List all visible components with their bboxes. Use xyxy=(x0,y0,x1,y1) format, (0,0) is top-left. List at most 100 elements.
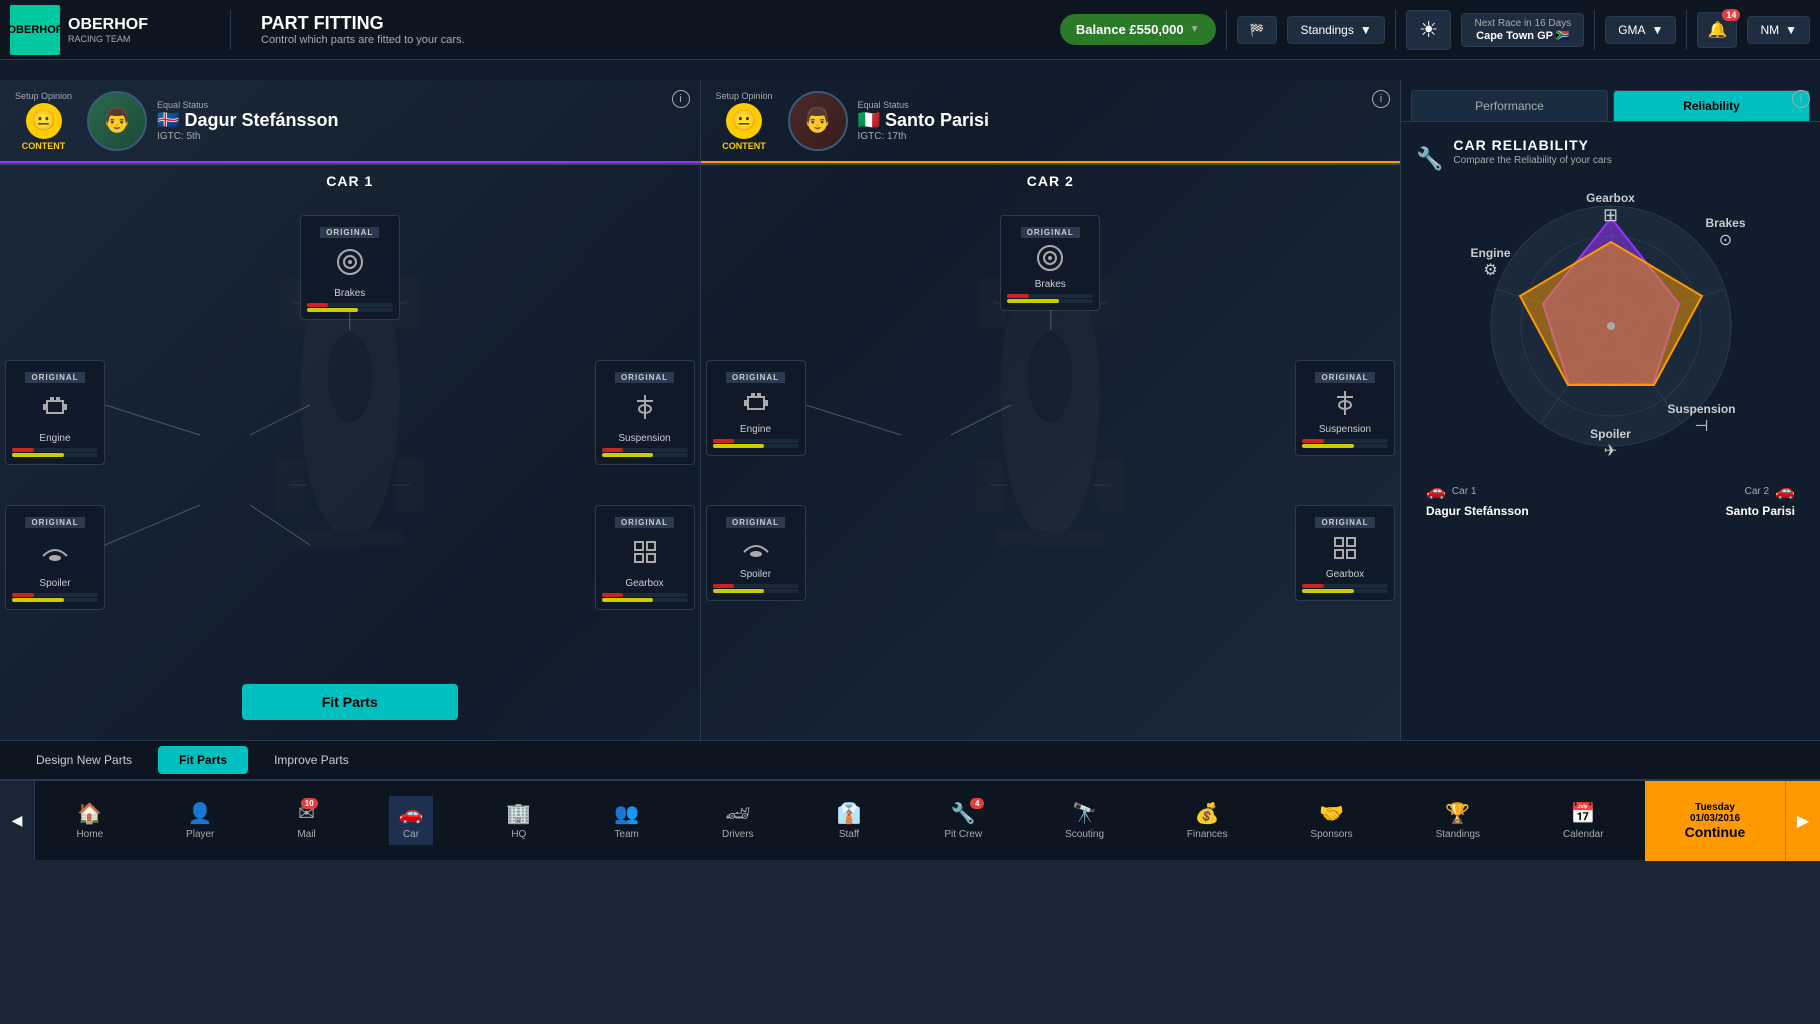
reliability-title: CAR RELIABILITY xyxy=(1453,137,1611,153)
nav-item-standings[interactable]: 🏆Standings xyxy=(1426,796,1490,845)
car1-title: CAR 1 xyxy=(0,165,700,197)
fit-parts-tab[interactable]: Fit Parts xyxy=(158,746,248,774)
car1-brakes[interactable]: ORIGINAL Brakes xyxy=(300,215,400,320)
gma-button[interactable]: GMA ▼ xyxy=(1605,16,1676,44)
car1-suspension-name: Suspension xyxy=(602,433,688,444)
car1-spoiler[interactable]: ORIGINAL Spoiler xyxy=(5,505,105,610)
profile-button[interactable]: NM ▼ xyxy=(1747,16,1810,44)
nav-icon-car: 🚗 xyxy=(399,801,424,826)
design-parts-tab[interactable]: Design New Parts xyxy=(15,746,153,774)
logo-icon: OBERHOF xyxy=(10,5,60,55)
nav-item-calendar[interactable]: 📅Calendar xyxy=(1553,796,1614,845)
car1-suspension-icon xyxy=(602,391,688,429)
improve-parts-tab[interactable]: Improve Parts xyxy=(253,746,370,774)
car2-setup-label: Setup Opinion xyxy=(716,91,773,101)
radar-label-brakes: Brakes ⊙ xyxy=(1705,216,1745,250)
car1-suspension[interactable]: ORIGINAL Suspension xyxy=(595,360,695,465)
reliability-tab[interactable]: Reliability xyxy=(1613,90,1810,121)
car2-gearbox-icon xyxy=(1302,532,1388,569)
nav-icon-home: 🏠 xyxy=(77,801,102,826)
nav-label-drivers: Drivers xyxy=(722,829,754,840)
car2-gearbox-name: Gearbox xyxy=(1302,569,1388,580)
balance-amount: Balance £550,000 xyxy=(1076,22,1184,37)
nav-label-pit crew: Pit Crew xyxy=(944,829,982,840)
car1-details: Equal Status 🇮🇸 Dagur Stefánsson IGTC: 5… xyxy=(157,100,338,142)
legend-car2-label: 🚗 Car 2 xyxy=(1745,481,1795,501)
car1-setup-label: Setup Opinion xyxy=(15,91,72,101)
nav-badge-pit crew: 4 xyxy=(970,798,984,809)
car2-info-button[interactable]: i xyxy=(1372,90,1390,108)
nav-label-staff: Staff xyxy=(839,829,859,840)
car2-area: CAR 2 xyxy=(701,165,1401,740)
car1-info-button[interactable]: i xyxy=(672,90,690,108)
nav-item-scouting[interactable]: 🔭Scouting xyxy=(1055,796,1114,845)
standings-button[interactable]: Standings ▼ xyxy=(1287,16,1384,44)
car2-brakes[interactable]: ORIGINAL Brakes xyxy=(1000,215,1100,311)
car2-suspension-label: ORIGINAL xyxy=(1315,372,1374,383)
continue-button[interactable]: Tuesday 01/03/2016 Continue xyxy=(1645,781,1785,861)
nav-icon-staff: 👔 xyxy=(837,801,862,826)
car1-suspension-label: ORIGINAL xyxy=(615,372,674,383)
continue-arrow-button[interactable]: ▶ xyxy=(1785,781,1820,861)
nav-item-staff[interactable]: 👔 Staff xyxy=(827,796,872,845)
car2-suspension[interactable]: ORIGINAL Suspension xyxy=(1295,360,1395,456)
page-title-area: PART FITTING Control which parts are fit… xyxy=(261,13,465,46)
nav-label-car: Car xyxy=(403,829,419,840)
gt-icon-button[interactable]: 🏁 xyxy=(1237,16,1278,44)
car2-flag: 🇮🇹 xyxy=(858,110,880,130)
nav-icon-hq: 🏢 xyxy=(506,801,531,826)
car1-brakes-label: ORIGINAL xyxy=(320,227,379,238)
nav-item-car[interactable]: 🚗 Car xyxy=(389,796,434,845)
team-sub: RACING TEAM xyxy=(68,34,148,44)
car1-brakes-name: Brakes xyxy=(307,288,393,299)
nav-item-finances[interactable]: 💰Finances xyxy=(1177,796,1238,845)
car1-engine[interactable]: ORIGINAL Engine xyxy=(5,360,105,465)
logo-area: OBERHOF OBERHOF RACING TEAM xyxy=(10,5,210,55)
fit-parts-button[interactable]: Fit Parts xyxy=(242,684,458,720)
car2-setup-opinion: Setup Opinion 😐 CONTENT xyxy=(716,91,773,151)
nav-item-team[interactable]: 👥Team xyxy=(604,796,649,845)
balance-button[interactable]: Balance £550,000 ▼ xyxy=(1060,14,1216,45)
nav-label-player: Player xyxy=(186,829,214,840)
car1-gearbox-name: Gearbox xyxy=(602,578,688,589)
car1-name: Dagur Stefánsson xyxy=(184,110,338,130)
car2-emoji: 😐 xyxy=(726,103,762,139)
logo-text: OBERHOF xyxy=(8,24,63,36)
car1-emoji: 😐 xyxy=(26,103,62,139)
navbar: ◀ 🏠Home 👤Player 10✉Mail 🚗 Car 🏢 HQ 👥Team 🏎Driver… xyxy=(0,780,1820,860)
standings-chevron: ▼ xyxy=(1360,23,1372,37)
nav-label-sponsors: Sponsors xyxy=(1310,829,1352,840)
car1-legend-label: Car 1 xyxy=(1452,486,1476,497)
nav-item-player[interactable]: 👤Player xyxy=(176,796,224,845)
performance-tab[interactable]: Performance xyxy=(1411,90,1608,121)
nav-label-calendar: Calendar xyxy=(1563,829,1604,840)
car2-avatar: 👨 xyxy=(788,91,848,151)
car1-spoiler-label: ORIGINAL xyxy=(25,517,84,528)
main-content: Setup Opinion 😐 CONTENT 👨 Equal Status 🇮… xyxy=(0,80,1820,740)
car1-gearbox[interactable]: ORIGINAL Gearbox xyxy=(595,505,695,610)
nav-item-drivers[interactable]: 🏎Drivers xyxy=(712,796,764,845)
nav-label-scouting: Scouting xyxy=(1065,829,1104,840)
nav-item-hq[interactable]: 🏢 HQ xyxy=(496,796,541,845)
nav-icon-finances: 💰 xyxy=(1195,801,1220,826)
car2-spoiler[interactable]: ORIGINAL Spoiler xyxy=(706,505,806,601)
bell-icon: 🔔 xyxy=(1707,20,1727,40)
notification-button[interactable]: 🔔 14 xyxy=(1697,12,1737,48)
car2-engine[interactable]: ORIGINAL Engine xyxy=(706,360,806,456)
nav-item-sponsors[interactable]: 🤝Sponsors xyxy=(1300,796,1362,845)
gma-chevron: ▼ xyxy=(1652,23,1664,37)
car2-gearbox[interactable]: ORIGINAL Gearbox xyxy=(1295,505,1395,601)
nav-label-standings: Standings xyxy=(1436,829,1480,840)
legend-car1-label: 🚗 Car 1 xyxy=(1426,481,1476,501)
nav-item-pit crew[interactable]: 4🔧Pit Crew xyxy=(934,796,992,845)
continue-area: Tuesday 01/03/2016 Continue ▶ xyxy=(1645,781,1820,861)
nav-item-mail[interactable]: 10✉Mail xyxy=(287,796,325,845)
radar-label-suspension: Suspension ⊣ xyxy=(1667,402,1735,436)
nav-item-home[interactable]: 🏠Home xyxy=(66,796,113,845)
car2-legend-driver: Santo Parisi xyxy=(1726,504,1795,518)
nav-label-hq: HQ xyxy=(511,829,526,840)
panel-info-button[interactable]: i xyxy=(1792,90,1810,108)
nav-prev-button[interactable]: ◀ xyxy=(0,781,35,861)
next-race-name: Cape Town GP xyxy=(1476,30,1553,42)
fit-parts-area: Fit Parts xyxy=(242,674,458,730)
